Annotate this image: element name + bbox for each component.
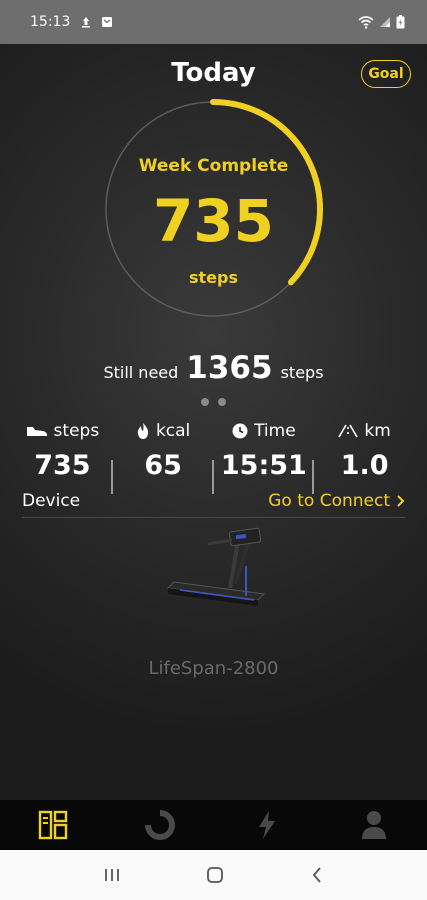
stat-label: kcal: [155, 421, 191, 441]
page-dot[interactable]: [201, 398, 209, 406]
chevron-right-icon: [397, 494, 405, 507]
stat-value: 1.0: [340, 450, 389, 481]
remaining-value: 1365: [186, 350, 273, 386]
back-icon[interactable]: [310, 866, 324, 884]
device-label: Device: [22, 490, 81, 511]
page-dot[interactable]: [218, 398, 226, 406]
step-count: 735: [152, 187, 275, 255]
stat-kcal: kcal 65: [113, 418, 214, 494]
lightning-icon: [258, 811, 275, 839]
main-content: Today Goal Week Complete 735 steps Still…: [0, 44, 427, 800]
bottom-tab-bar: [0, 800, 427, 850]
stat-value: 65: [144, 450, 182, 481]
dashboard-icon: [39, 810, 68, 840]
stat-time: Time 15:51: [214, 418, 315, 494]
shoe-icon: [26, 427, 47, 436]
profile-icon: [361, 811, 386, 839]
battery-icon: [396, 15, 405, 29]
remaining-suffix: steps: [280, 363, 324, 382]
message-icon: [102, 17, 113, 27]
wifi-icon: [358, 15, 374, 29]
stat-value: 735: [34, 450, 91, 481]
status-bar: 15:13: [0, 0, 427, 44]
system-nav-bar: [0, 850, 427, 900]
page-indicator[interactable]: [0, 398, 427, 406]
status-time: 15:13: [30, 14, 71, 30]
remaining-steps: Still need 1365 steps: [0, 350, 427, 386]
device-name: LifeSpan-2800: [148, 658, 279, 679]
stat-value: 15:51: [220, 450, 307, 481]
recent-apps-icon[interactable]: [103, 867, 121, 883]
device-section-header: Device Go to Connect: [22, 490, 405, 518]
stat-steps: steps 735: [12, 418, 113, 494]
tab-profile[interactable]: [320, 800, 427, 850]
treadmill-image[interactable]: [160, 526, 270, 618]
stat-label: steps: [53, 421, 100, 441]
tab-activity[interactable]: [107, 800, 214, 850]
stats-row: steps 735 kcal 65 Time 15:51 km 1.0: [12, 418, 415, 494]
tab-dashboard[interactable]: [0, 800, 107, 850]
flame-icon: [137, 423, 149, 439]
activity-ring-icon: [145, 810, 176, 840]
remaining-prefix: Still need: [103, 363, 179, 382]
home-icon[interactable]: [206, 866, 224, 884]
stat-label: Time: [254, 421, 296, 441]
stat-km: km 1.0: [314, 418, 415, 481]
tab-challenges[interactable]: [214, 800, 321, 850]
progress-status: Week Complete: [138, 156, 289, 176]
go-to-connect-link[interactable]: Go to Connect: [268, 491, 405, 511]
stat-label: km: [364, 421, 391, 441]
step-unit: steps: [189, 268, 238, 287]
go-to-connect-label: Go to Connect: [268, 490, 390, 511]
signal-icon: [380, 17, 390, 27]
clock-icon: [232, 423, 248, 439]
road-icon: [338, 424, 359, 438]
notification-icon: [82, 17, 91, 28]
